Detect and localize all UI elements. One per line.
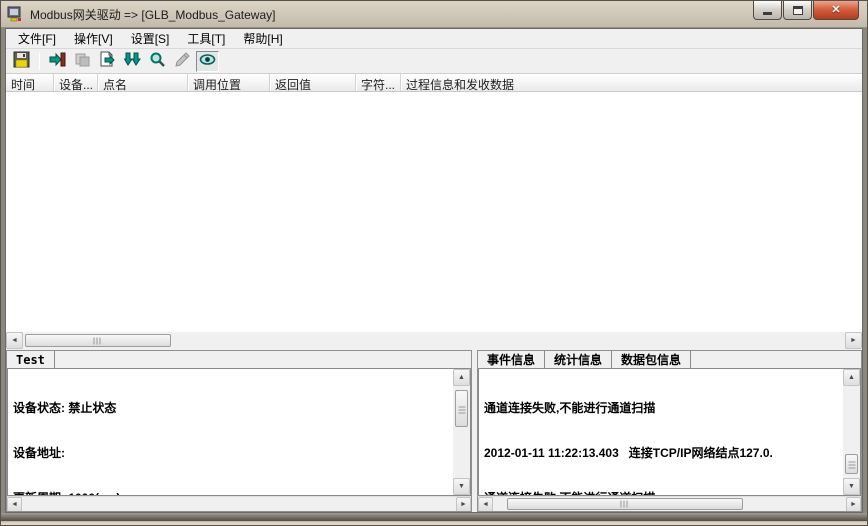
device-info-text: 设备状态: 禁止状态 设备地址: 更新周期: 1000(ms) 超时时间: 80… bbox=[8, 369, 453, 495]
menu-item-tools[interactable]: 工具[T] bbox=[178, 28, 234, 49]
connect-icon bbox=[49, 51, 66, 71]
watch-eye-icon bbox=[199, 51, 216, 71]
toolbar-separator bbox=[39, 53, 40, 70]
arrow-left-icon: ◄ bbox=[482, 501, 489, 508]
arrow-down-icon: ▼ bbox=[458, 483, 465, 490]
close-button[interactable]: ✕ bbox=[813, 1, 859, 20]
copy-button[interactable] bbox=[71, 51, 94, 72]
tab-statistics-info[interactable]: 统计信息 bbox=[545, 351, 612, 368]
title-bar: Modbus网关驱动 => [GLB_Modbus_Gateway] ✕ bbox=[1, 1, 867, 28]
menu-item-file[interactable]: 文件[F] bbox=[9, 28, 65, 49]
menu-item-help[interactable]: 帮助[H] bbox=[234, 28, 291, 49]
toolbar bbox=[6, 49, 862, 74]
tab-test[interactable]: Test bbox=[7, 351, 55, 368]
log-line: 通道连接失败,不能进行通道扫描 bbox=[484, 491, 838, 495]
device-info-content: 设备状态: 禁止状态 设备地址: 更新周期: 1000(ms) 超时时间: 80… bbox=[7, 368, 471, 496]
monitor-button[interactable] bbox=[196, 51, 219, 72]
maximize-button[interactable] bbox=[783, 1, 812, 20]
log-table-body[interactable] bbox=[6, 92, 862, 332]
scroll-down-button[interactable]: ▼ bbox=[453, 478, 470, 495]
scroll-right-button[interactable]: ► bbox=[845, 332, 862, 349]
main-scrollbar-thumb[interactable] bbox=[25, 334, 171, 347]
scroll-down-button[interactable]: ▼ bbox=[843, 478, 860, 495]
arrow-right-icon: ► bbox=[850, 337, 857, 344]
event-vscroll-thumb[interactable] bbox=[845, 454, 858, 474]
scroll-up-button[interactable]: ▲ bbox=[843, 369, 860, 386]
log-table-header: 时间 设备... 点名 调用位置 返回值 字符... 过程信息和发收数据 bbox=[6, 74, 862, 92]
main-scrollbar-track[interactable] bbox=[23, 332, 845, 349]
column-header-call-position[interactable]: 调用位置 bbox=[188, 74, 270, 91]
window-controls: ✕ bbox=[753, 1, 859, 20]
close-icon: ✕ bbox=[831, 5, 840, 16]
scan-button[interactable] bbox=[121, 51, 144, 72]
column-header-char[interactable]: 字符... bbox=[356, 74, 401, 91]
arrow-left-icon: ◄ bbox=[11, 501, 18, 508]
info-line: 设备状态: 禁止状态 bbox=[13, 401, 448, 416]
main-horizontal-scrollbar: ◄ ► bbox=[6, 332, 862, 349]
scroll-up-button[interactable]: ▲ bbox=[453, 369, 470, 386]
tab-event-info[interactable]: 事件信息 bbox=[478, 351, 545, 368]
event-horizontal-scrollbar: ◄ ► bbox=[478, 496, 861, 511]
save-button[interactable] bbox=[10, 51, 33, 72]
arrow-left-icon: ◄ bbox=[11, 337, 18, 344]
arrow-up-icon: ▲ bbox=[848, 374, 855, 381]
bottom-split-area: Test 设备状态: 禁止状态 设备地址: 更新周期: 1000(ms) 超时时… bbox=[6, 349, 862, 512]
arrow-right-icon: ► bbox=[850, 501, 857, 508]
device-hscroll-track[interactable] bbox=[22, 497, 456, 512]
event-vertical-scrollbar: ▲ ▼ bbox=[843, 369, 860, 495]
column-header-time[interactable]: 时间 bbox=[6, 74, 54, 91]
event-vscroll-track[interactable] bbox=[843, 386, 860, 478]
arrow-up-icon: ▲ bbox=[458, 374, 465, 381]
scroll-left-button[interactable]: ◄ bbox=[6, 332, 23, 349]
column-header-return-value[interactable]: 返回值 bbox=[270, 74, 356, 91]
app-icon[interactable] bbox=[7, 6, 25, 22]
app-window: Modbus网关驱动 => [GLB_Modbus_Gateway] ✕ 文件[… bbox=[0, 0, 868, 526]
search-button[interactable] bbox=[146, 51, 169, 72]
copy-icon bbox=[74, 51, 91, 71]
event-log-content: 通道连接失败,不能进行通道扫描 2012-01-11 11:22:13.403 … bbox=[478, 368, 861, 496]
window-bottom-border bbox=[1, 513, 867, 525]
arrow-right-icon: ► bbox=[460, 501, 467, 508]
window-title: Modbus网关驱动 => [GLB_Modbus_Gateway] bbox=[30, 6, 275, 23]
device-vertical-scrollbar: ▲ ▼ bbox=[453, 369, 470, 495]
scroll-right-button[interactable]: ► bbox=[846, 497, 861, 512]
column-header-point-name[interactable]: 点名 bbox=[98, 74, 188, 91]
export-button[interactable] bbox=[96, 51, 119, 72]
double-down-arrow-icon bbox=[124, 51, 141, 71]
log-line: 2012-01-11 11:22:13.403 连接TCP/IP网络结点127.… bbox=[484, 446, 838, 461]
pencil-icon bbox=[174, 51, 191, 71]
column-header-process-info[interactable]: 过程信息和发收数据 bbox=[401, 74, 862, 91]
event-hscroll-track[interactable] bbox=[493, 497, 846, 512]
scroll-left-button[interactable]: ◄ bbox=[478, 497, 493, 512]
scroll-right-button[interactable]: ► bbox=[456, 497, 471, 512]
menu-bar: 文件[F] 操作[V] 设置[S] 工具[T] 帮助[H] bbox=[6, 29, 862, 49]
device-vscroll-track[interactable] bbox=[453, 386, 470, 478]
device-vscroll-thumb[interactable] bbox=[455, 390, 468, 427]
column-header-device[interactable]: 设备... bbox=[54, 74, 98, 91]
search-icon bbox=[149, 51, 166, 71]
info-line: 设备地址: bbox=[13, 446, 448, 461]
device-info-panel: Test 设备状态: 禁止状态 设备地址: 更新周期: 1000(ms) 超时时… bbox=[6, 350, 472, 512]
minimize-button[interactable] bbox=[753, 1, 782, 20]
save-icon bbox=[13, 51, 30, 71]
client-area: 文件[F] 操作[V] 设置[S] 工具[T] 帮助[H] bbox=[5, 28, 863, 513]
device-horizontal-scrollbar: ◄ ► bbox=[7, 496, 471, 511]
export-page-icon bbox=[99, 51, 116, 71]
info-line: 更新周期: 1000(ms) bbox=[13, 491, 448, 495]
arrow-down-icon: ▼ bbox=[848, 483, 855, 490]
scroll-left-button[interactable]: ◄ bbox=[7, 497, 22, 512]
device-tab-row: Test bbox=[7, 351, 471, 368]
maximize-icon bbox=[793, 6, 803, 15]
connect-button[interactable] bbox=[46, 51, 69, 72]
tab-packet-info[interactable]: 数据包信息 bbox=[612, 351, 691, 368]
menu-item-settings[interactable]: 设置[S] bbox=[122, 28, 179, 49]
event-tab-row: 事件信息 统计信息 数据包信息 bbox=[478, 351, 861, 368]
event-log-text: 通道连接失败,不能进行通道扫描 2012-01-11 11:22:13.403 … bbox=[479, 369, 843, 495]
minimize-icon bbox=[763, 12, 772, 15]
event-info-panel: 事件信息 统计信息 数据包信息 通道连接失败,不能进行通道扫描 2012-01-… bbox=[477, 350, 862, 512]
event-hscroll-thumb[interactable] bbox=[507, 498, 743, 510]
edit-button[interactable] bbox=[171, 51, 194, 72]
log-line: 通道连接失败,不能进行通道扫描 bbox=[484, 401, 838, 416]
menu-item-operate[interactable]: 操作[V] bbox=[65, 28, 122, 49]
